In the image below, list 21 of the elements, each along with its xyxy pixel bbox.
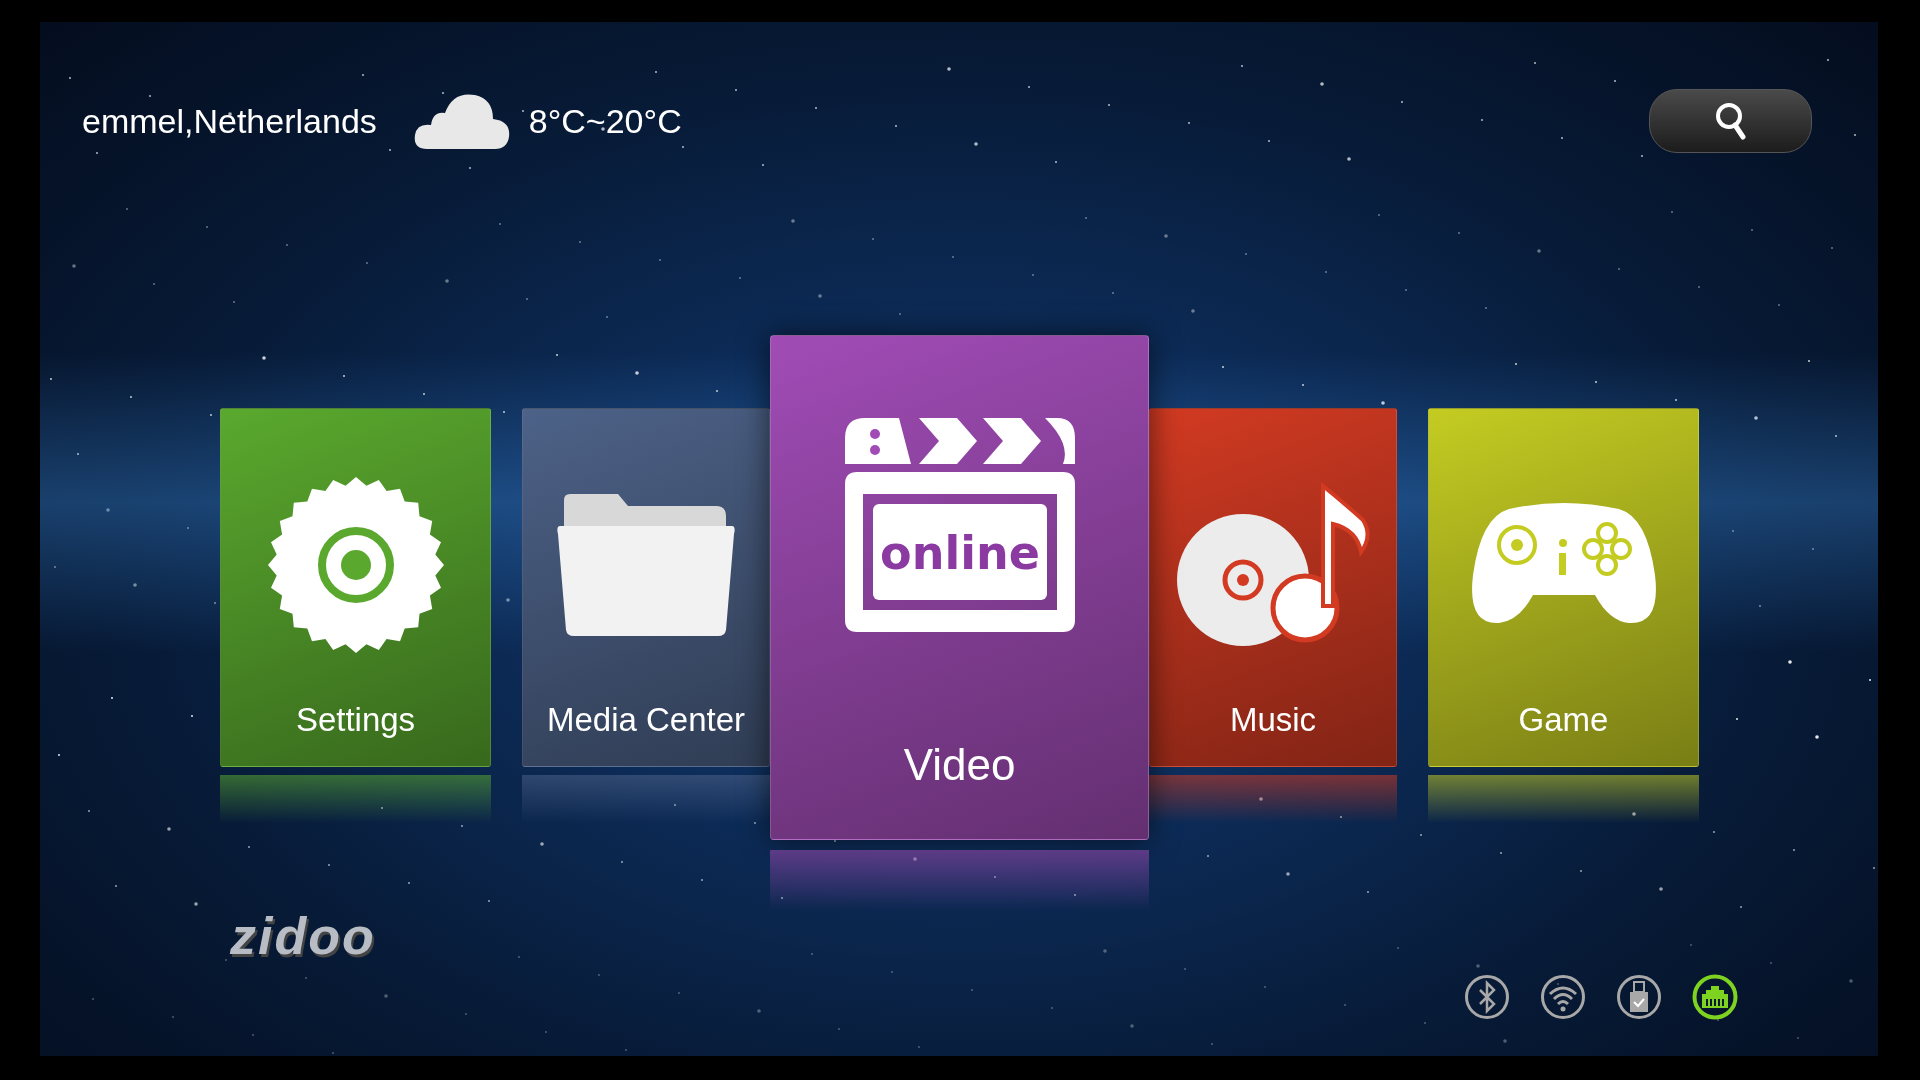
tile-label: Video: [903, 739, 1016, 791]
tile-label: Music: [1229, 700, 1317, 740]
icon-label: online: [879, 526, 1040, 580]
app-tile[interactable]: Media Center: [522, 408, 770, 767]
app-tile[interactable]: Game: [1428, 408, 1699, 767]
brand-logo: zidoo: [230, 910, 376, 962]
tile-label: Media Center: [546, 700, 746, 740]
music-disc-icon: [1177, 484, 1370, 646]
location-text: emmel,Netherlands: [82, 100, 377, 142]
app-tile[interactable]: Settings: [220, 408, 491, 767]
tile-label: Settings: [295, 700, 416, 740]
clapperboard-icon: [844, 418, 1075, 632]
app-tile[interactable]: Music: [1149, 408, 1397, 767]
app-tile[interactable]: online Video: [770, 335, 1149, 840]
search-button[interactable]: [1649, 89, 1812, 153]
tile-label: Game: [1518, 700, 1609, 740]
folder-icon: [557, 494, 735, 636]
gear-icon: [267, 477, 444, 653]
temperature-text: 8°C~20°C: [528, 100, 682, 142]
cloud-icon: [412, 91, 511, 151]
gamepad-icon: [1471, 503, 1656, 623]
